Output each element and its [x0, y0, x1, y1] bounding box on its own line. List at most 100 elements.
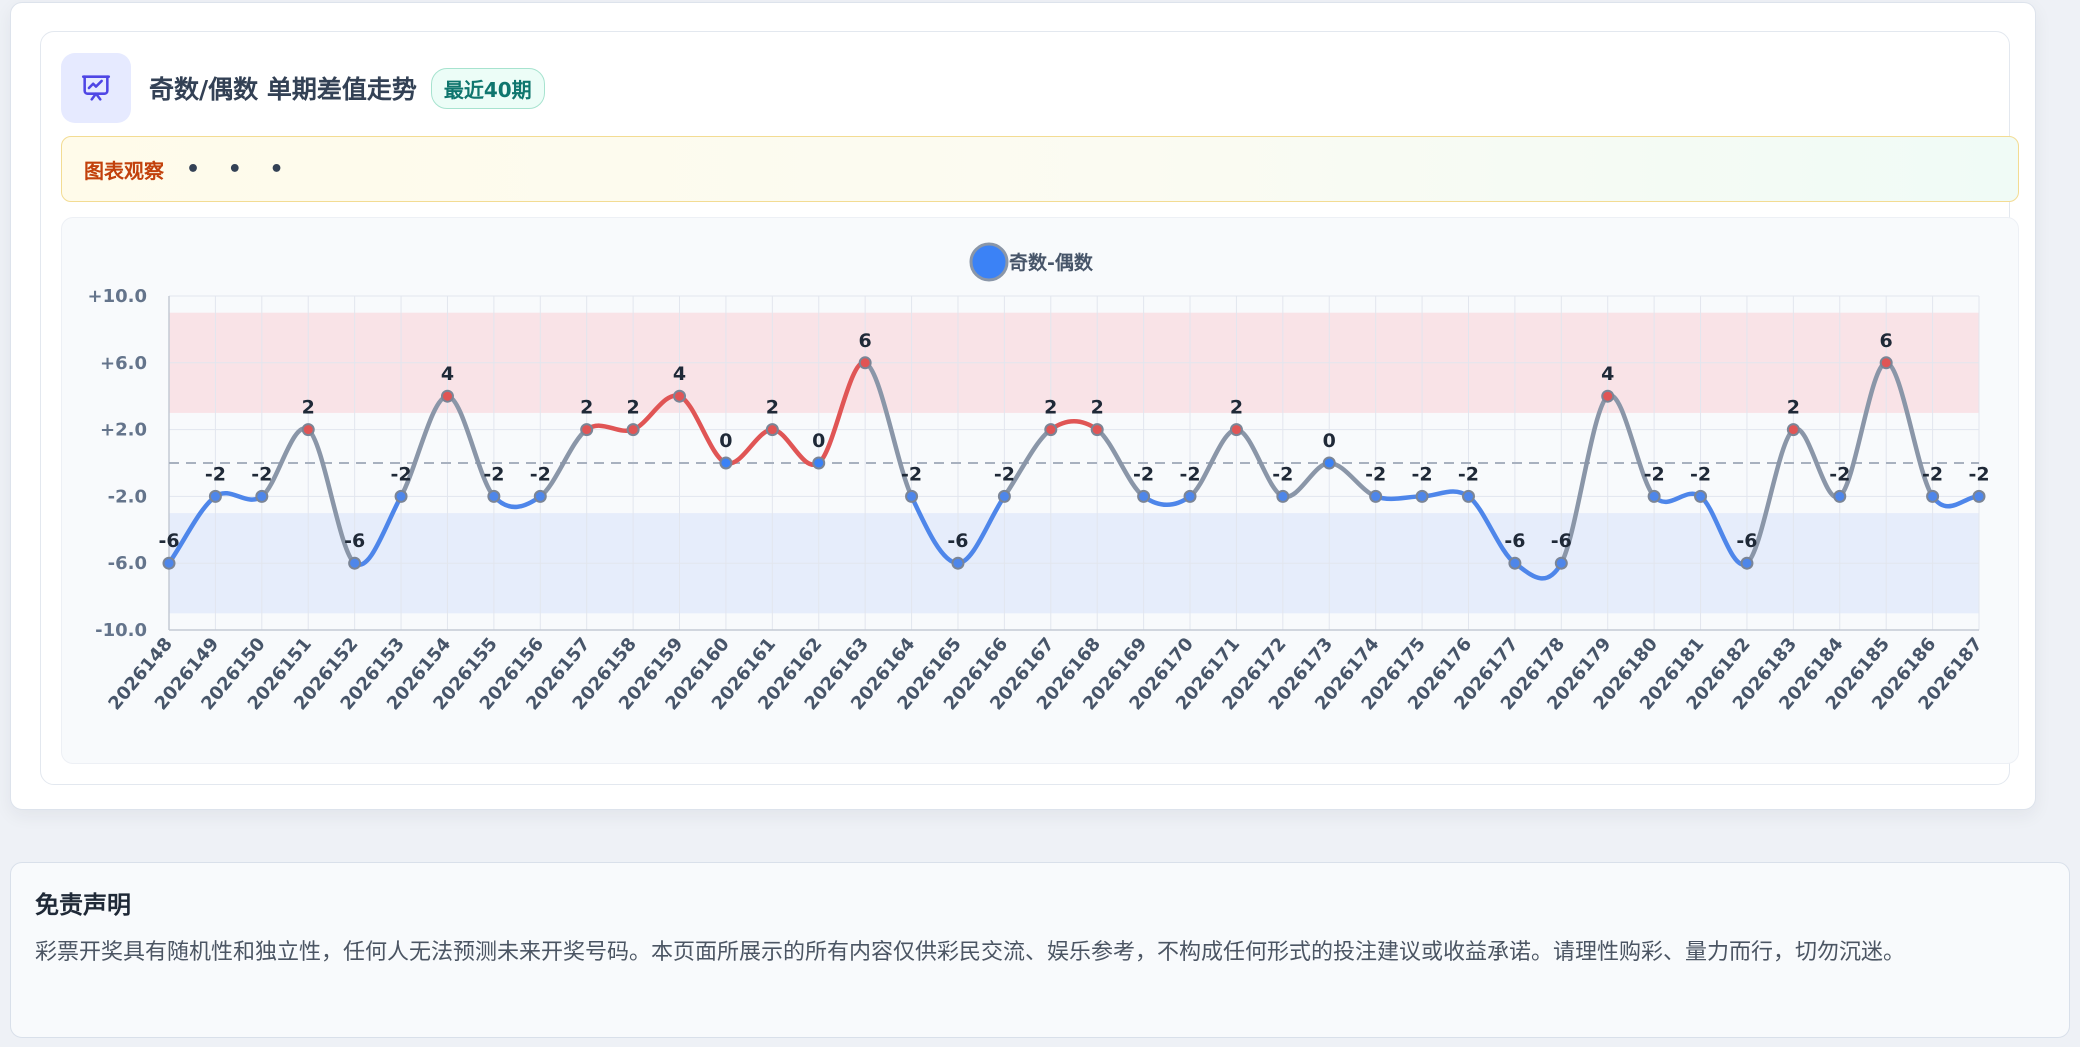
observation-label: 图表观察: [84, 158, 164, 183]
data-point: [1554, 556, 1568, 570]
series-line-segment: [1048, 419, 1100, 432]
data-point: [1694, 489, 1708, 503]
chart-title: 奇数/偶数 单期差值走势: [149, 75, 417, 104]
trend-section: 奇数/偶数 单期差值走势 最近40期 图表观察 • • • +10.0 +6.0 +…: [10, 2, 2036, 810]
legend-marker: [969, 242, 1009, 282]
data-label: -2: [1458, 463, 1479, 485]
series-line-segment: [259, 426, 311, 499]
data-label: -2: [1644, 463, 1665, 485]
series-line-segment: [1651, 491, 1703, 505]
series-line-segment: [723, 427, 775, 466]
y-tick-label: +2.0: [100, 420, 147, 441]
disclaimer-text: 彩票开奖具有随机性和独立性，任何人无法预测未来开奖号码。本页面所展示的所有内容仅…: [35, 940, 1906, 965]
data-point: [1879, 356, 1893, 370]
data-label: 2: [1787, 397, 1800, 419]
series-line-segment: [1930, 494, 1982, 509]
more-dots-icon[interactable]: • • •: [186, 157, 294, 182]
data-point: [626, 423, 640, 437]
data-point: [1276, 489, 1290, 503]
data-point: [1601, 389, 1615, 403]
data-point: [301, 423, 315, 437]
data-point: [255, 489, 269, 503]
data-point: [1137, 489, 1151, 503]
data-point: [951, 556, 965, 570]
data-label: -2: [1922, 463, 1943, 485]
data-label: -2: [1179, 463, 1200, 485]
chart-observation-bar[interactable]: 图表观察 • • •: [61, 136, 2019, 202]
data-point: [1926, 489, 1940, 503]
data-point: [533, 489, 547, 503]
data-label: -6: [1504, 530, 1525, 552]
y-tick-label: +6.0: [100, 353, 147, 374]
y-tick-label: -2.0: [108, 486, 147, 507]
data-label: -2: [901, 463, 922, 485]
data-point: [997, 489, 1011, 503]
data-point: [1322, 456, 1336, 470]
data-label: 2: [1230, 397, 1243, 419]
data-label: -2: [1272, 463, 1293, 485]
disclaimer-title: 免责声明: [35, 891, 131, 919]
data-label: -2: [205, 463, 226, 485]
data-point: [1508, 556, 1522, 570]
chart-card: 奇数/偶数 单期差值走势 最近40期 图表观察 • • • +10.0 +6.0 +…: [40, 31, 2019, 785]
data-label: -2: [483, 463, 504, 485]
data-label: 2: [1091, 397, 1104, 419]
data-label: 0: [812, 430, 825, 452]
data-point: [1369, 489, 1383, 503]
data-label: -6: [1551, 530, 1572, 552]
series-line-segment: [1419, 489, 1471, 499]
data-label: 4: [441, 363, 454, 385]
data-label: -6: [947, 530, 968, 552]
data-label: 2: [302, 397, 315, 419]
chart-header: 奇数/偶数 单期差值走势 最近40期: [61, 53, 545, 123]
data-label: 4: [1601, 363, 1614, 385]
data-label: 0: [719, 430, 732, 452]
data-point: [1461, 489, 1475, 503]
data-point: [440, 389, 454, 403]
chart-panel: +10.0 +6.0 +2.0 -2.0 -6.0 -10.0 2026148 2026149…: [61, 217, 2019, 764]
data-label: -2: [1365, 463, 1386, 485]
data-point: [1415, 489, 1429, 503]
y-tick-label: +10.0: [88, 286, 148, 307]
data-label: -2: [1412, 463, 1433, 485]
legend-label: 奇数-偶数: [1009, 251, 1094, 274]
data-label: 0: [1323, 430, 1336, 452]
data-point: [1183, 489, 1197, 503]
data-point: [905, 489, 919, 503]
data-point: [858, 356, 872, 370]
data-point: [1740, 556, 1754, 570]
data-point: [162, 556, 176, 570]
data-point: [580, 423, 594, 437]
data-label: -6: [158, 530, 179, 552]
data-label: -2: [1829, 463, 1850, 485]
period-badge: 最近40期: [430, 67, 545, 109]
data-label: 2: [580, 397, 593, 419]
data-point: [1833, 489, 1847, 503]
data-label: -2: [1690, 463, 1711, 485]
data-label: -2: [1133, 463, 1154, 485]
data-point: [1044, 423, 1058, 437]
data-label: -2: [251, 463, 272, 485]
odd-even-diff-chart: +10.0+6.0+2.0-2.0-6.0-10.020261482026149…: [88, 242, 1990, 714]
data-point: [765, 423, 779, 437]
y-tick-label: -6.0: [108, 553, 147, 574]
data-point: [719, 456, 733, 470]
data-point: [348, 556, 362, 570]
data-label: 6: [1880, 330, 1893, 352]
data-label: -6: [344, 530, 365, 552]
data-label: 2: [766, 397, 779, 419]
data-point: [673, 389, 687, 403]
data-label: 6: [859, 330, 872, 352]
data-label: 4: [673, 363, 686, 385]
data-point: [812, 456, 826, 470]
data-label: 2: [626, 397, 639, 419]
data-point: [394, 489, 408, 503]
disclaimer-card: 免责声明 彩票开奖具有随机性和独立性，任何人无法预测未来开奖号码。本页面所展示的…: [10, 862, 2070, 1038]
data-label: -2: [390, 463, 411, 485]
presentation-chart-icon: [61, 53, 131, 123]
series-line-segment: [1141, 494, 1193, 507]
data-point: [487, 489, 501, 503]
data-point: [1229, 423, 1243, 437]
data-point: [1647, 489, 1661, 503]
data-label: -6: [1736, 530, 1757, 552]
